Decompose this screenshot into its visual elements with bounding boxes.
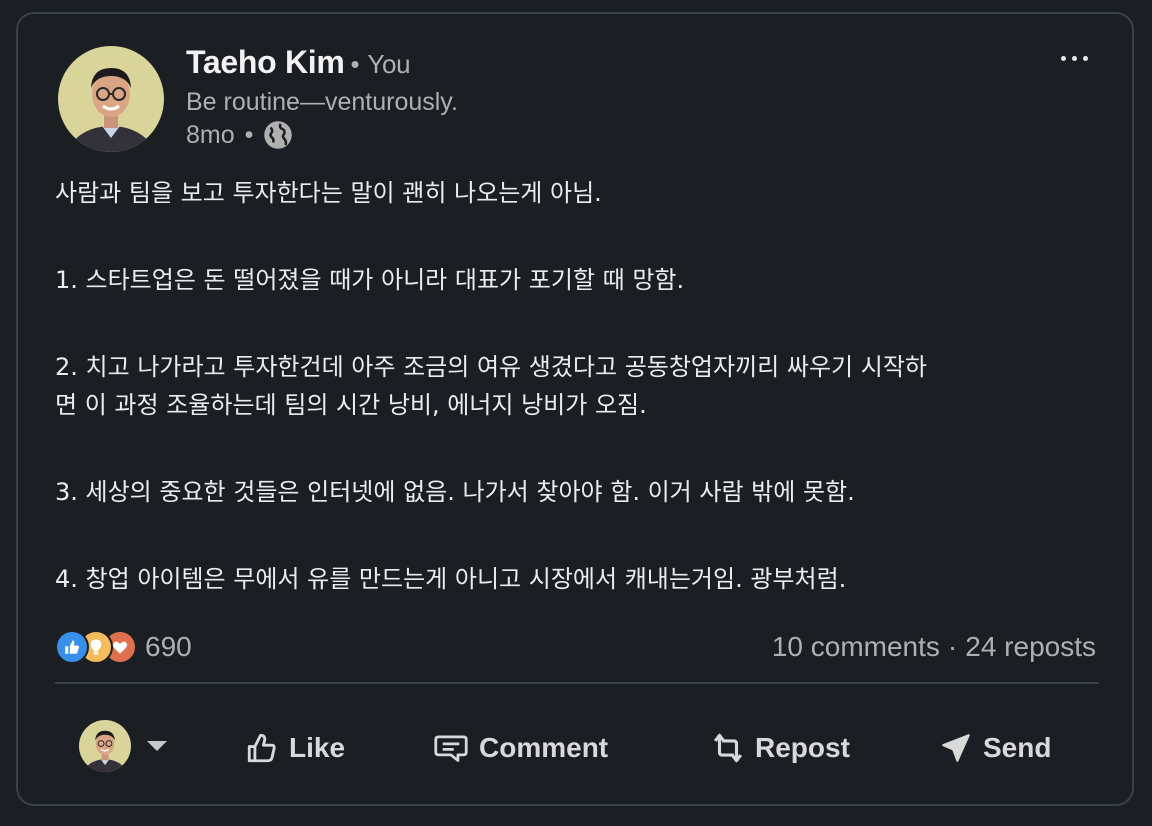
- reposts-count[interactable]: 24 reposts: [965, 631, 1096, 663]
- meta-separator: •: [244, 120, 254, 149]
- divider: [55, 682, 1099, 684]
- author-headline: Be routine—venturously.: [186, 88, 458, 116]
- post-body-point-1: 1. 스타트업은 돈 떨어졌을 때가 아니라 대표가 포기할 때 망함.: [55, 266, 685, 294]
- like-reaction-icon: [55, 630, 89, 664]
- reactions-summary[interactable]: 690: [55, 630, 192, 664]
- post-body-point-2-line-2: 면 이 과정 조율하는데 팀의 시간 낭비, 에너지 낭비가 오짐.: [55, 391, 647, 419]
- comment-label: Comment: [479, 732, 609, 763]
- more-horizontal-icon-dot: [1082, 55, 1088, 61]
- repost-icon: [714, 733, 742, 763]
- send-label: Send: [983, 732, 1052, 763]
- chevron-down-icon: [147, 741, 167, 751]
- social-stats: 10 comments · 24 reposts: [772, 630, 1096, 664]
- post-body: 사람과 팀을 보고 투자한다는 말이 괜히 나오는게 아님. 1. 스타트업은 …: [55, 174, 1105, 598]
- send-icon: [942, 734, 970, 762]
- globe-icon: [264, 121, 293, 149]
- post-card: Taeho Kim • You Be routine—venturously. 8m…: [16, 12, 1134, 806]
- author-degree: • You: [351, 49, 411, 79]
- comment-icon: [434, 735, 468, 762]
- degree-separator: •: [350, 49, 360, 79]
- post-body-intro: 사람과 팀을 보고 투자한다는 말이 괜히 나오는게 아님.: [55, 179, 602, 207]
- post-time[interactable]: 8mo: [186, 121, 235, 150]
- avatar-photo-icon: [58, 46, 164, 152]
- comments-count[interactable]: 10 comments: [772, 631, 940, 663]
- post-meta: 8mo •: [186, 120, 293, 150]
- repost-label: Repost: [755, 732, 850, 763]
- post-body-point-2-line-1: 2. 치고 나가라고 투자한건데 아주 조금의 여유 생겼다고 공동창업자끼리 …: [55, 353, 927, 381]
- post-body-point-3: 3. 세상의 중요한 것들은 인터넷에 없음. 나가서 찾아야 함. 이거 사람…: [55, 478, 855, 506]
- post-body-point-4: 4. 창업 아이템은 무에서 유를 만드는게 아니고 시장에서 캐내는거임. 광…: [55, 565, 847, 593]
- author-avatar[interactable]: [58, 46, 164, 152]
- like-button[interactable]: Like: [245, 724, 345, 772]
- more-horizontal-icon-dot: [1071, 55, 1077, 61]
- post-more-button[interactable]: [1054, 44, 1094, 72]
- repost-button[interactable]: Repost: [711, 724, 850, 772]
- send-button[interactable]: Send: [939, 724, 1051, 772]
- action-bar: Like Comment Repost Send: [55, 714, 1099, 780]
- author-name-text[interactable]: Taeho Kim: [186, 44, 345, 80]
- avatar-photo-icon: [79, 720, 131, 772]
- reaction-icons: [55, 630, 137, 664]
- author-name[interactable]: Taeho Kim • You: [186, 44, 411, 81]
- actor-avatar: [79, 720, 131, 772]
- like-icon: [247, 733, 276, 763]
- comment-button[interactable]: Comment: [433, 724, 608, 772]
- more-horizontal-icon-dot: [1060, 55, 1066, 61]
- degree-label: You: [367, 49, 411, 79]
- actor-switcher[interactable]: [79, 720, 167, 772]
- stats-separator: ·: [947, 631, 958, 662]
- like-label: Like: [289, 732, 346, 763]
- reaction-count[interactable]: 690: [145, 631, 192, 663]
